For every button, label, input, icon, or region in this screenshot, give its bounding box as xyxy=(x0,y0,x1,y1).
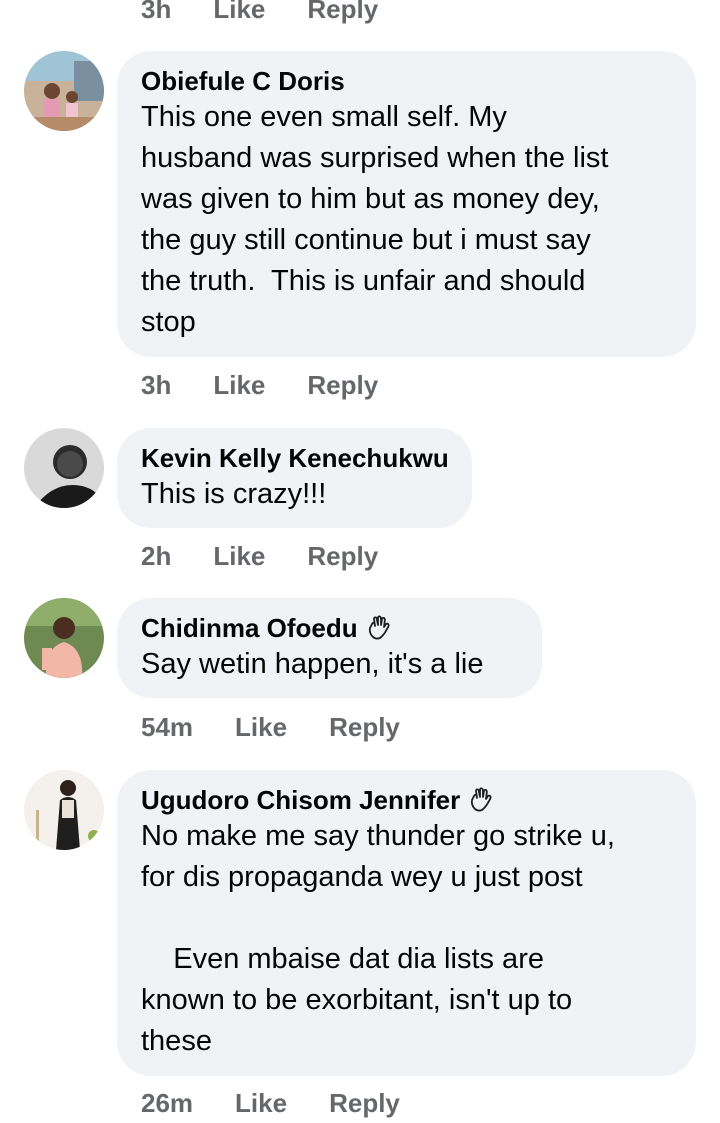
timestamp[interactable]: 3h xyxy=(141,0,171,25)
comment-author[interactable]: Obiefule C Doris xyxy=(141,65,672,97)
reply-button[interactable]: Reply xyxy=(307,370,378,401)
reply-button[interactable]: Reply xyxy=(307,0,378,25)
like-button[interactable]: Like xyxy=(213,370,265,401)
reply-button[interactable]: Reply xyxy=(307,541,378,572)
timestamp[interactable]: 26m xyxy=(141,1088,193,1119)
person-photo-icon xyxy=(24,51,104,131)
person-photo-icon xyxy=(24,770,104,850)
like-button[interactable]: Like xyxy=(213,541,265,572)
reply-button[interactable]: Reply xyxy=(329,712,400,743)
person-photo-icon xyxy=(24,428,104,508)
like-button[interactable]: Like xyxy=(235,712,287,743)
comment-bubble: Chidinma Ofoedu Say wetin happen, it's a… xyxy=(117,598,542,698)
comment-author[interactable]: Kevin Kelly Kenechukwu xyxy=(141,442,449,474)
comment-text: Say wetin happen, it's a lie xyxy=(141,648,484,680)
comment-author[interactable]: Chidinma Ofoedu xyxy=(141,612,518,644)
comment-bubble: Kevin Kelly Kenechukwu This is crazy!!! xyxy=(117,428,472,528)
like-button[interactable]: Like xyxy=(235,1088,287,1119)
avatar[interactable] xyxy=(24,428,104,508)
comment-author[interactable]: Ugudoro Chisom Jennifer xyxy=(141,784,672,816)
person-photo-icon xyxy=(24,598,104,678)
timestamp[interactable]: 2h xyxy=(141,541,171,572)
timestamp[interactable]: 3h xyxy=(141,370,171,401)
comment-meta-row: 2h Like Reply xyxy=(141,539,378,573)
comment-meta-row: 3h Like Reply xyxy=(141,0,378,26)
comment-bubble: Obiefule C Doris This one even small sel… xyxy=(117,51,696,357)
comment-meta-row: 54m Like Reply xyxy=(141,710,400,744)
comment-meta-row: 26m Like Reply xyxy=(141,1086,400,1120)
wave-hand-icon xyxy=(368,615,390,640)
reply-button[interactable]: Reply xyxy=(329,1088,400,1119)
avatar[interactable] xyxy=(24,770,104,850)
comment-text: No make me say thunder go strike u, for d… xyxy=(141,820,615,1057)
comment-meta-row: 3h Like Reply xyxy=(141,368,378,402)
timestamp[interactable]: 54m xyxy=(141,712,193,743)
like-button[interactable]: Like xyxy=(213,0,265,25)
comment-text: This is crazy!!! xyxy=(141,478,327,510)
avatar[interactable] xyxy=(24,598,104,678)
comment-bubble: Ugudoro Chisom Jennifer No make me say t… xyxy=(117,770,696,1076)
avatar[interactable] xyxy=(24,51,104,131)
comment-text: This one even small self. My husband was … xyxy=(141,101,609,338)
wave-hand-icon xyxy=(471,787,492,812)
